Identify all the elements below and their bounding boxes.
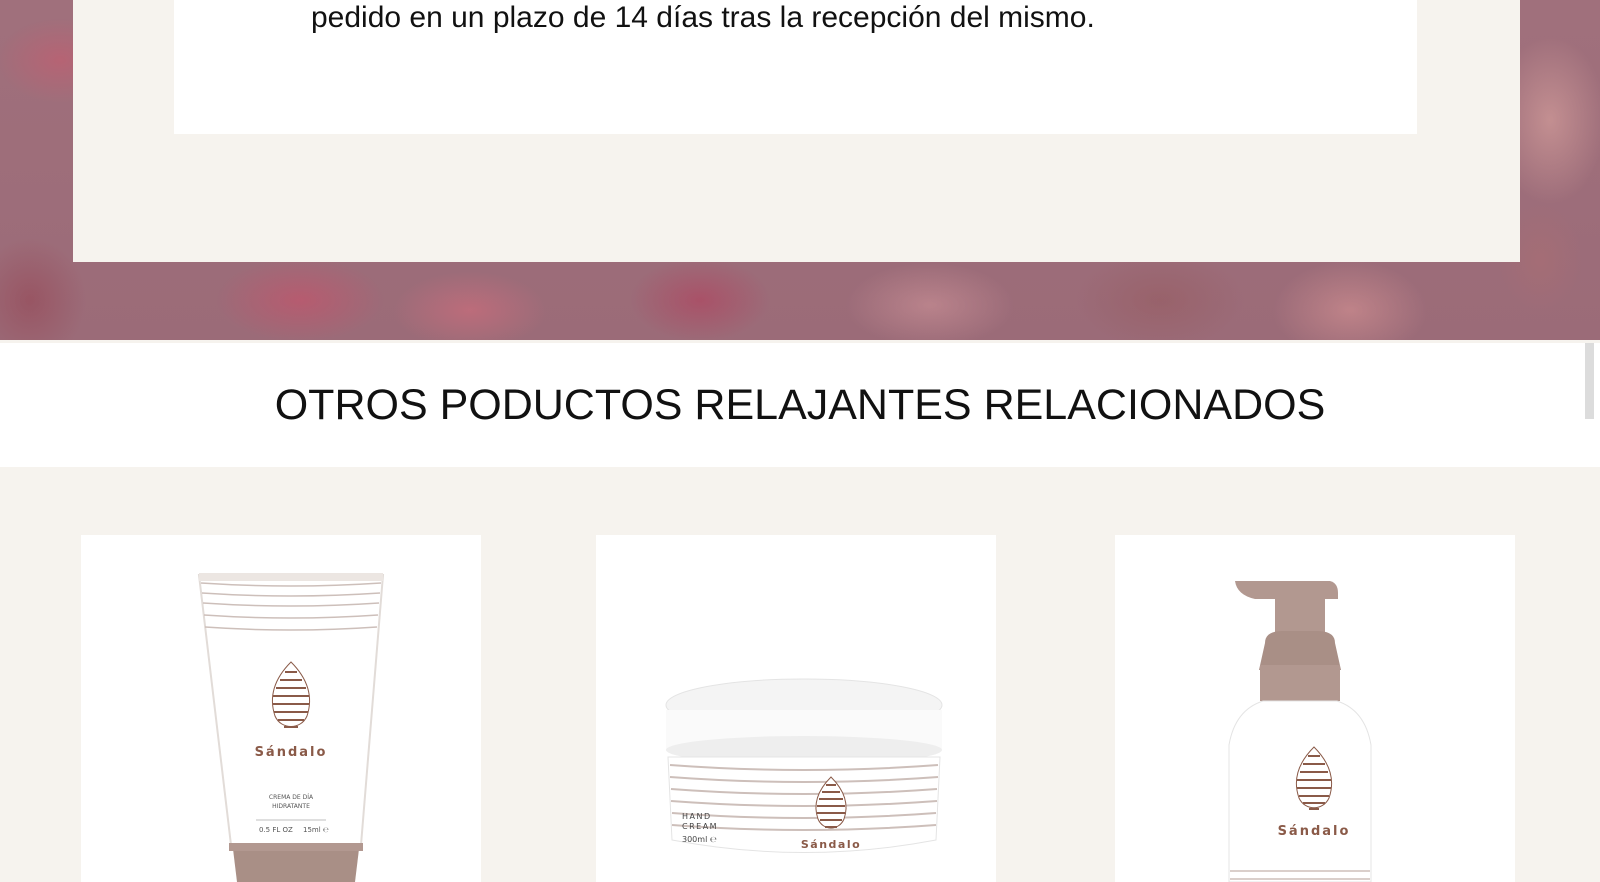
svg-text:CREMA DE DÍA: CREMA DE DÍA <box>269 794 314 801</box>
svg-text:15ml ℮: 15ml ℮ <box>303 826 329 834</box>
svg-text:HIDRATANTE: HIDRATANTE <box>272 803 310 810</box>
tube-product-image: Sándalo CREMA DE DÍA HIDRATANTE 0.5 FL O… <box>197 573 385 882</box>
product-brand: Sándalo <box>1278 824 1351 839</box>
svg-text:HAND: HAND <box>682 812 712 821</box>
product-card-pump-bottle[interactable]: Sándalo <box>1115 535 1515 882</box>
jar-product-image: Sándalo HAND CREAM 300ml ℮ <box>665 678 943 853</box>
return-policy-text: pedido en un plazo de 14 días tras la re… <box>311 1 1095 34</box>
svg-text:CREAM: CREAM <box>682 822 718 831</box>
svg-text:0.5 FL OZ: 0.5 FL OZ <box>259 826 293 834</box>
product-card-jar[interactable]: Sándalo HAND CREAM 300ml ℮ <box>596 535 996 882</box>
svg-text:300ml ℮: 300ml ℮ <box>682 835 717 844</box>
product-brand: Sándalo <box>255 745 328 760</box>
product-brand: Sándalo <box>801 838 861 851</box>
product-card-tube[interactable]: Sándalo CREMA DE DÍA HIDRATANTE 0.5 FL O… <box>81 535 481 882</box>
related-products-title: OTROS PODUCTOS RELAJANTES RELACIONADOS <box>274 381 1326 429</box>
pump-bottle-product-image: Sándalo <box>1228 581 1372 882</box>
